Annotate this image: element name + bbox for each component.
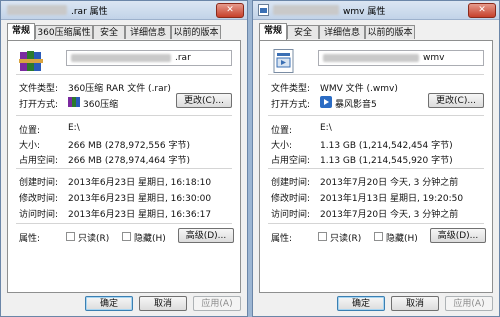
hidden-label: 隐藏(H) [386, 234, 418, 244]
wmv-file-icon [273, 49, 294, 73]
modified-value: 2013年1月13日 星期日, 19:20:50 [320, 194, 464, 204]
size-on-disk-label: 占用空间: [19, 156, 59, 166]
size-on-disk-label: 占用空间: [271, 156, 311, 166]
created-value: 2013年6月23日 星期日, 16:18:10 [68, 178, 212, 188]
redacted-title [7, 5, 67, 15]
title-bar[interactable]: wmv 属性 ✕ [253, 1, 499, 20]
window-title: wmv 属性 [343, 7, 386, 17]
separator [16, 115, 232, 116]
filename-field[interactable]: .rar [66, 50, 232, 66]
ok-button[interactable]: 确定 [337, 296, 385, 311]
open-with-label: 打开方式: [19, 100, 59, 110]
tab-details[interactable]: 详细信息 [125, 25, 171, 39]
hidden-checkbox[interactable] [374, 232, 383, 241]
separator [16, 168, 232, 169]
baofeng-player-icon [320, 96, 332, 108]
modified-label: 修改时间: [271, 194, 311, 204]
close-button[interactable]: ✕ [216, 3, 244, 18]
size-label: 大小: [271, 141, 293, 151]
modified-label: 修改时间: [19, 194, 59, 204]
apply-button[interactable]: 应用(A) [445, 296, 493, 311]
video-file-icon [258, 4, 269, 16]
size-on-disk-value: 1.13 GB (1,214,545,920 字节) [320, 156, 453, 166]
modified-value: 2013年6月23日 星期日, 16:30:00 [68, 194, 212, 204]
separator [268, 168, 484, 169]
accessed-value: 2013年6月23日 星期日, 16:36:17 [68, 210, 212, 220]
type-label: 文件类型: [19, 84, 59, 94]
location-label: 位置: [271, 126, 293, 136]
separator [268, 74, 484, 75]
tab-security[interactable]: 安全 [287, 25, 319, 39]
separator [16, 74, 232, 75]
size-value: 1.13 GB (1,214,542,454 字节) [320, 141, 453, 151]
accessed-label: 访问时间: [271, 210, 311, 220]
window-title: .rar 属性 [71, 7, 108, 17]
general-panel: wmv 文件类型: WMV 文件 (.wmv) 打开方式: 暴风影音5 更改(C… [259, 40, 493, 293]
360zip-icon [68, 97, 80, 107]
change-button[interactable]: 更改(C)... [428, 93, 484, 108]
size-on-disk-value: 266 MB (278,974,464 字节) [68, 156, 190, 166]
tab-previous-versions[interactable]: 以前的版本 [171, 25, 221, 39]
location-value: E:\ [68, 123, 80, 133]
wmv-properties-dialog: wmv 属性 ✕ 常规 安全 详细信息 以前的版本 wmv 文件类型: WMV … [252, 0, 500, 317]
separator [16, 223, 232, 224]
rar-properties-dialog: .rar 属性 ✕ 常规 360压缩属性 安全 详细信息 以前的版本 .rar … [0, 0, 248, 317]
redacted-title [273, 5, 339, 15]
apply-button[interactable]: 应用(A) [193, 296, 241, 311]
tab-general[interactable]: 常规 [259, 23, 287, 40]
type-value: 360压缩 RAR 文件 (.rar) [68, 84, 171, 94]
tab-previous-versions[interactable]: 以前的版本 [365, 25, 415, 39]
hidden-label: 隐藏(H) [134, 234, 166, 244]
cancel-button[interactable]: 取消 [391, 296, 439, 311]
separator [268, 115, 484, 116]
accessed-value: 2013年7月20日 今天, 3 分钟之前 [320, 210, 459, 220]
filename-field[interactable]: wmv [318, 50, 484, 66]
tab-details[interactable]: 详细信息 [319, 25, 365, 39]
tab-general[interactable]: 常规 [7, 23, 35, 40]
readonly-label: 只读(R) [330, 234, 362, 244]
advanced-button[interactable]: 高级(D)... [430, 228, 486, 243]
separator [268, 223, 484, 224]
attributes-label: 属性: [271, 234, 293, 244]
close-button[interactable]: ✕ [468, 3, 496, 18]
attributes-label: 属性: [19, 234, 41, 244]
location-label: 位置: [19, 126, 41, 136]
readonly-checkbox[interactable] [66, 232, 75, 241]
type-label: 文件类型: [271, 84, 311, 94]
rar-archive-icon [19, 51, 43, 71]
readonly-checkbox[interactable] [318, 232, 327, 241]
hidden-checkbox[interactable] [122, 232, 131, 241]
tab-security[interactable]: 安全 [93, 25, 125, 39]
open-with-value: 暴风影音5 [335, 100, 377, 110]
size-label: 大小: [19, 141, 41, 151]
created-label: 创建时间: [271, 178, 311, 188]
created-value: 2013年7月20日 今天, 3 分钟之前 [320, 178, 459, 188]
tab-360-properties[interactable]: 360压缩属性 [35, 25, 93, 39]
cancel-button[interactable]: 取消 [139, 296, 187, 311]
tab-strip: 常规 安全 详细信息 以前的版本 [259, 23, 493, 40]
advanced-button[interactable]: 高级(D)... [178, 228, 234, 243]
accessed-label: 访问时间: [19, 210, 59, 220]
tab-strip: 常规 360压缩属性 安全 详细信息 以前的版本 [7, 23, 241, 40]
open-with-value: 360压缩 [83, 100, 119, 110]
change-button[interactable]: 更改(C)... [176, 93, 232, 108]
ok-button[interactable]: 确定 [85, 296, 133, 311]
type-value: WMV 文件 (.wmv) [320, 84, 398, 94]
title-bar[interactable]: .rar 属性 ✕ [1, 1, 247, 20]
general-panel: .rar 文件类型: 360压缩 RAR 文件 (.rar) 打开方式: 360… [7, 40, 241, 293]
size-value: 266 MB (278,972,556 字节) [68, 141, 190, 151]
open-with-label: 打开方式: [271, 100, 311, 110]
readonly-label: 只读(R) [78, 234, 110, 244]
created-label: 创建时间: [19, 178, 59, 188]
location-value: E:\ [320, 123, 332, 133]
